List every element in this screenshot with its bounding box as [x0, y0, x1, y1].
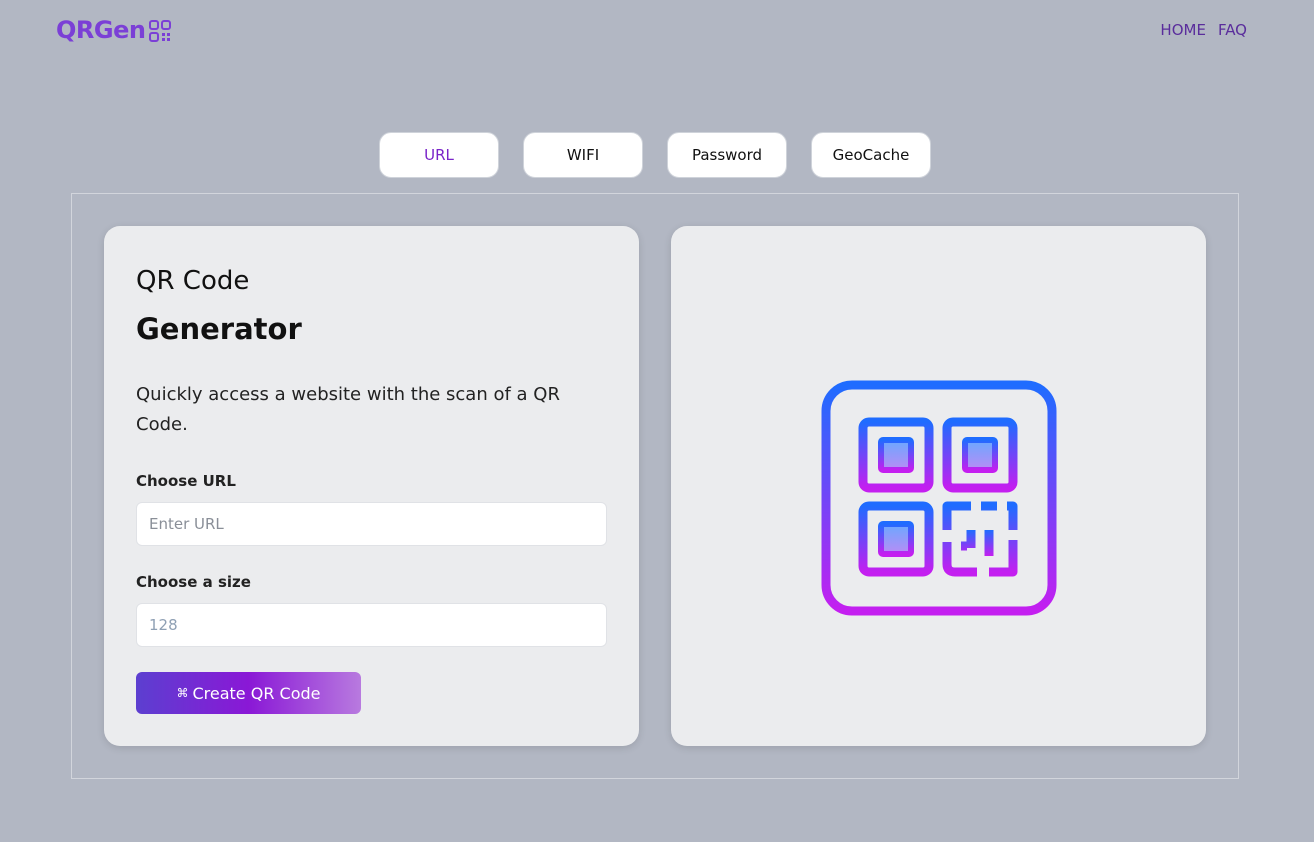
qr-code-illustration-icon: [821, 380, 1057, 616]
form-title-line2: Generator: [136, 312, 302, 346]
nav-link-home[interactable]: HOME: [1160, 21, 1206, 39]
form-title-line1: QR Code: [136, 266, 250, 296]
logo[interactable]: QRGen: [56, 16, 172, 44]
size-label: Choose a size: [136, 573, 251, 591]
tab-password[interactable]: Password: [667, 132, 787, 178]
tab-url[interactable]: URL: [379, 132, 499, 178]
tab-bar: URL WIFI Password GeoCache: [379, 132, 931, 178]
qr-code-icon: [149, 20, 172, 42]
size-input[interactable]: [136, 603, 607, 647]
tab-wifi[interactable]: WIFI: [523, 132, 643, 178]
form-description: Quickly access a website with the scan o…: [136, 384, 560, 435]
nav-links: HOME FAQ: [1160, 21, 1247, 39]
tab-geocache[interactable]: GeoCache: [811, 132, 931, 178]
create-qr-code-button[interactable]: ⌘ Create QR Code: [136, 672, 361, 714]
logo-text: QRGen: [56, 16, 146, 44]
nav-link-faq[interactable]: FAQ: [1218, 21, 1247, 39]
url-label: Choose URL: [136, 472, 236, 490]
create-qr-code-label: Create QR Code: [192, 683, 321, 703]
navbar: QRGen HOME FAQ: [0, 0, 1314, 62]
url-input[interactable]: [136, 502, 607, 546]
generator-form-card: QR Code Generator Quickly access a websi…: [104, 226, 639, 746]
qr-preview-card: [671, 226, 1206, 746]
command-icon: ⌘: [176, 686, 189, 700]
